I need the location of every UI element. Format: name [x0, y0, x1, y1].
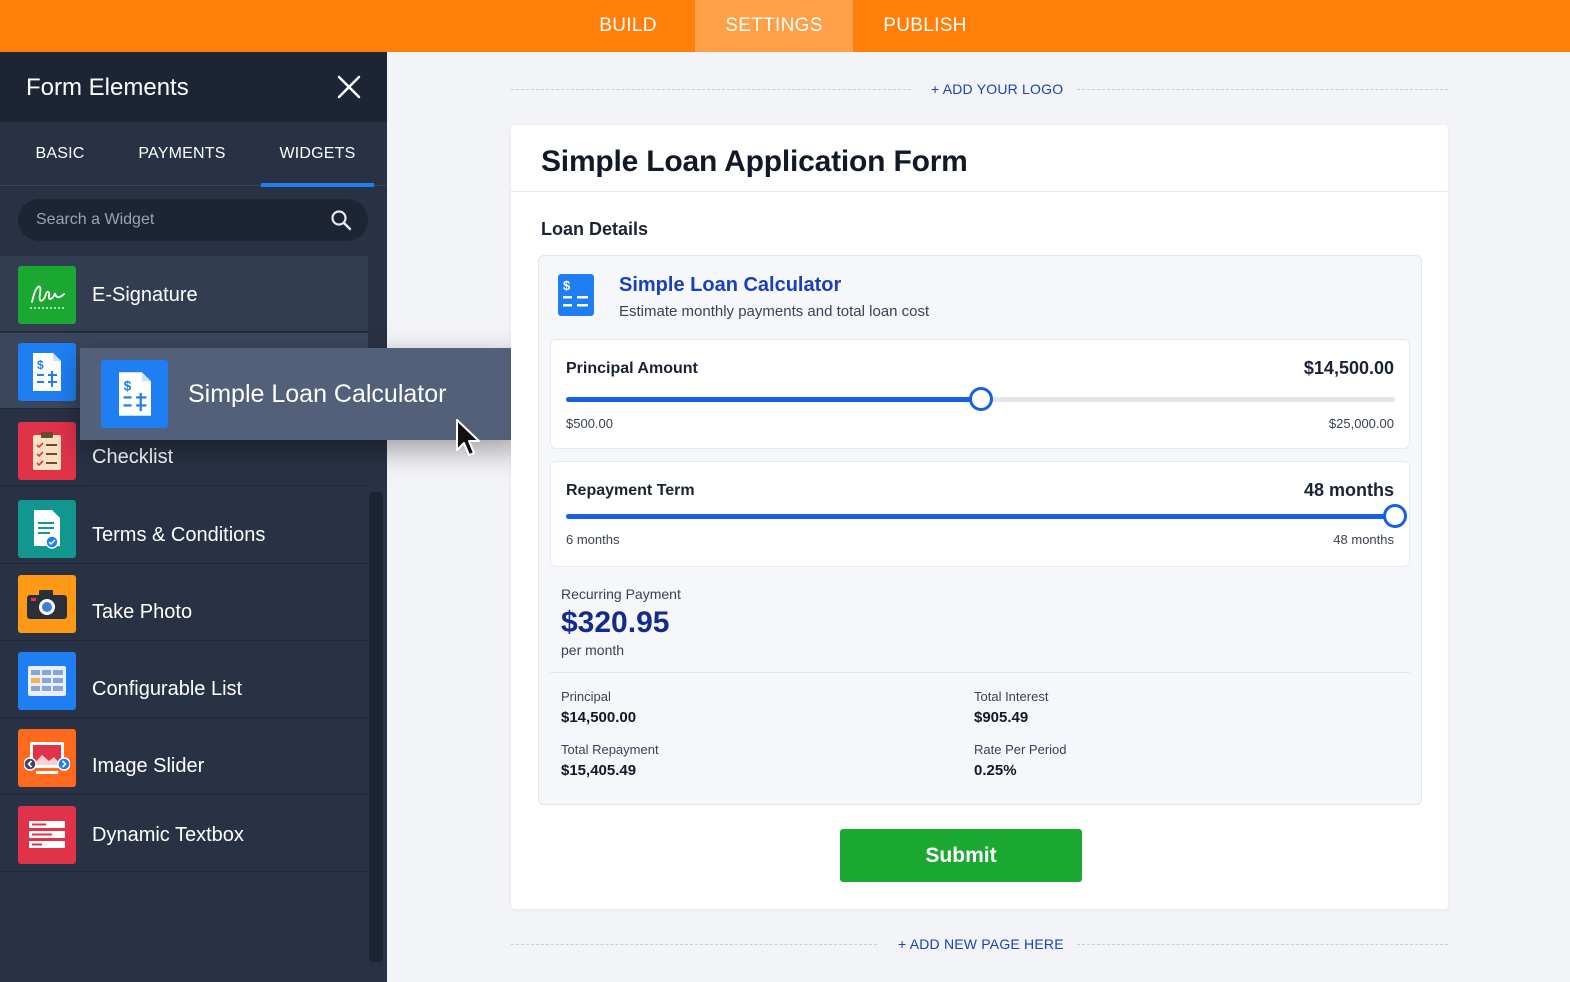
stat-repayment-label: Total Repayment: [561, 742, 659, 757]
stat-rate-value: 0.25%: [974, 762, 1017, 779]
stat-interest-value: $905.49: [974, 709, 1029, 726]
signature-icon: [18, 266, 76, 324]
logo-divider-right: [1077, 89, 1448, 90]
principal-slider-fill: [566, 397, 981, 402]
sidebar-item-e-signature[interactable]: E-Signature: [0, 256, 368, 332]
section-label[interactable]: Loan Details: [541, 219, 648, 240]
sidebar-item-label: E-Signature: [92, 284, 198, 306]
term-max: 48 months: [1333, 532, 1394, 547]
term-min: 6 months: [566, 532, 620, 547]
term-slider-thumb[interactable]: [1383, 504, 1407, 528]
tab-publish[interactable]: PUBLISH: [872, 0, 978, 52]
loan-calculator-icon: $: [101, 360, 168, 428]
tab-basic[interactable]: BASIC: [20, 122, 100, 186]
term-value: 48 months: [1303, 480, 1394, 500]
recurring-payment-period: per month: [561, 642, 625, 658]
term-slider-track[interactable]: [566, 504, 1407, 528]
sidebar-header: Form Elements: [0, 52, 387, 122]
add-logo-link[interactable]: + ADD YOUR LOGO: [931, 81, 1063, 97]
clipboard-checklist-icon: [18, 422, 76, 480]
widget-search-box: [18, 199, 368, 241]
sidebar-scrollbar[interactable]: [369, 492, 383, 962]
tab-settings[interactable]: SETTINGS: [695, 0, 853, 52]
loan-calculator-icon: $: [558, 274, 594, 316]
page-divider-left: [511, 944, 877, 945]
form-title[interactable]: Simple Loan Application Form: [541, 145, 968, 179]
sidebar-item-label: Image Slider: [92, 755, 205, 777]
page-divider-right: [1077, 944, 1448, 945]
recurring-payment-amount: $320.95: [561, 606, 670, 639]
stat-principal-label: Principal: [561, 689, 611, 704]
search-input[interactable]: [36, 199, 326, 241]
top-navigation-bar: BUILD SETTINGS PUBLISH: [0, 0, 1570, 52]
close-icon[interactable]: [334, 72, 364, 102]
sidebar-item-image-slider[interactable]: Image Slider: [0, 719, 368, 795]
mouse-cursor-icon: [456, 419, 480, 456]
sidebar-item-configurable-list[interactable]: Configurable List: [0, 642, 368, 718]
svg-text:$: $: [123, 379, 131, 394]
loan-calculator-icon: $: [18, 343, 76, 401]
sidebar-item-label: Take Photo: [92, 601, 193, 623]
sidebar-item-label: Configurable List: [92, 678, 243, 700]
sidebar-item-label: Checklist: [92, 446, 174, 468]
search-icon[interactable]: [330, 209, 352, 231]
svg-text:$: $: [37, 358, 44, 372]
stat-principal-value: $14,500.00: [561, 709, 637, 726]
form-card: Simple Loan Application Form Loan Detail…: [511, 125, 1448, 909]
form-elements-sidebar: Form Elements BASIC PAYMENTS WIDGETS E-S…: [0, 52, 387, 982]
widget-title: Simple Loan Calculator: [619, 274, 842, 296]
principal-min: $500.00: [566, 416, 613, 431]
dragged-widget-label: Simple Loan Calculator: [188, 380, 447, 408]
recurring-payment-label: Recurring Payment: [561, 586, 681, 602]
terms-document-icon: [18, 500, 76, 558]
sidebar-title: Form Elements: [26, 74, 189, 101]
principal-label: Principal Amount: [566, 360, 698, 377]
logo-divider-left: [511, 89, 911, 90]
stat-interest-label: Total Interest: [974, 689, 1049, 704]
sidebar-item-take-photo[interactable]: Take Photo: [0, 565, 368, 641]
svg-text:$: $: [563, 278, 571, 293]
image-slider-icon: [18, 729, 76, 787]
sidebar-item-label: Dynamic Textbox: [92, 824, 244, 846]
sidebar-item-dynamic-textbox[interactable]: Dynamic Textbox: [0, 796, 368, 872]
term-label: Repayment Term: [566, 482, 695, 499]
widget-subtitle: Estimate monthly payments and total loan…: [619, 303, 930, 320]
principal-slider-track[interactable]: [566, 387, 1395, 411]
stat-rate-label: Rate Per Period: [974, 742, 1067, 757]
loan-calculator-widget[interactable]: $ Simple Loan Calculator Estimate monthl…: [538, 255, 1422, 805]
term-slider-box: Repayment Term 48 months 6 months 48 mon…: [550, 461, 1410, 567]
results-divider: [550, 672, 1410, 673]
principal-value: $14,500.00: [1303, 358, 1394, 378]
list-grid-icon: [18, 652, 76, 710]
dynamic-textbox-icon: [18, 806, 76, 864]
tab-widgets[interactable]: WIDGETS: [261, 122, 374, 187]
stat-repayment-value: $15,405.49: [561, 762, 637, 779]
submit-button[interactable]: Submit: [840, 829, 1082, 882]
sidebar-item-label: Terms & Conditions: [92, 524, 266, 546]
sidebar-tabs: BASIC PAYMENTS WIDGETS: [0, 122, 387, 187]
tab-build[interactable]: BUILD: [588, 0, 668, 52]
principal-slider-box: Principal Amount $14,500.00 $500.00 $25,…: [550, 339, 1410, 449]
camera-icon: [18, 575, 76, 633]
sidebar-item-terms-conditions[interactable]: Terms & Conditions: [0, 488, 368, 564]
term-slider-fill: [566, 514, 1395, 519]
add-page-link[interactable]: + ADD NEW PAGE HERE: [898, 936, 1064, 952]
principal-max: $25,000.00: [1328, 416, 1394, 431]
principal-slider-thumb[interactable]: [968, 387, 993, 411]
tab-payments[interactable]: PAYMENTS: [126, 122, 238, 186]
title-divider: [511, 191, 1448, 192]
